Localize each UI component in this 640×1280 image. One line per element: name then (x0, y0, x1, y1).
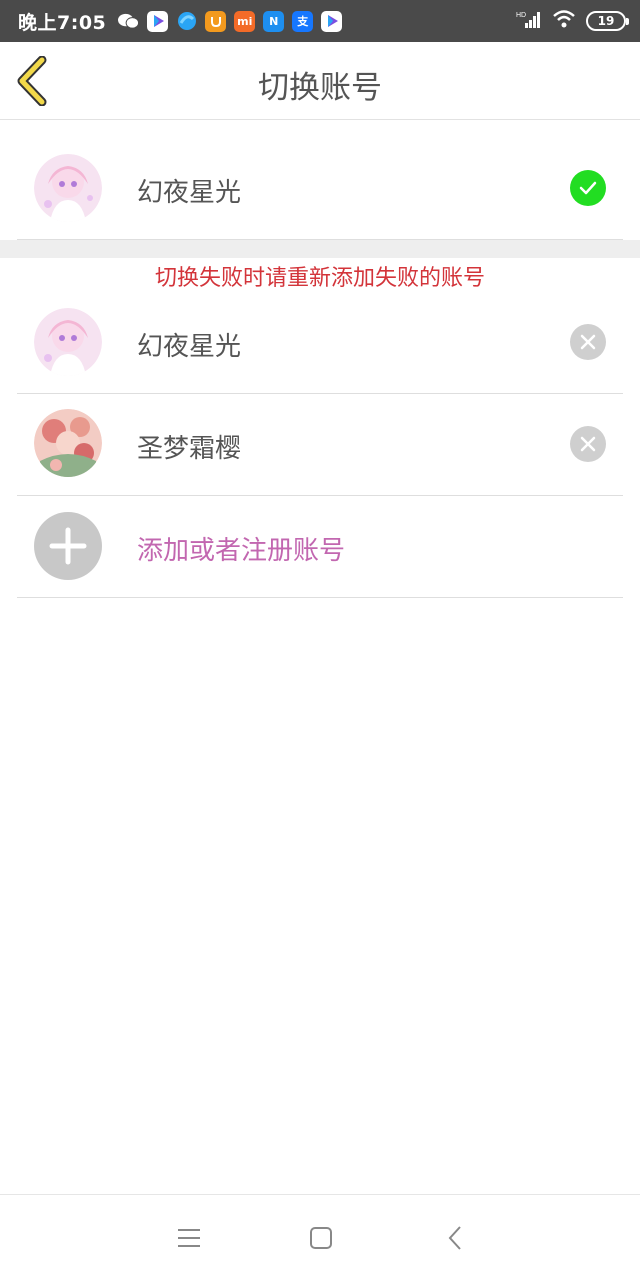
menu-button[interactable] (174, 1223, 204, 1253)
account-name: 幻夜星光 (137, 178, 242, 208)
notification-icons: mi N 支 (118, 10, 343, 32)
battery-indicator: 19 (586, 11, 629, 31)
home-button[interactable] (306, 1223, 336, 1253)
switch-account-screen: 晚上7:05 mi N 支 HD 19 切换账号 幻夜星光 切换失败时请重新添加… (0, 0, 640, 1280)
back-nav-button[interactable] (440, 1223, 470, 1253)
account-name: 幻夜星光 (137, 332, 242, 362)
navigation-bar (0, 1194, 640, 1280)
section-divider (0, 240, 640, 258)
avatar (34, 154, 102, 222)
status-bar: 晚上7:05 mi N 支 HD 19 (0, 0, 640, 42)
account-row[interactable]: 圣梦霜樱 (17, 394, 623, 496)
add-account-row[interactable]: 添加或者注册账号 (17, 496, 623, 598)
title-bar: 切换账号 (0, 42, 640, 120)
home-icon (310, 1227, 332, 1249)
wifi-icon (552, 10, 576, 32)
account-row[interactable]: 幻夜星光 (17, 292, 623, 394)
alipay-icon: 支 (292, 10, 314, 32)
blue-app-icon (176, 11, 197, 32)
svg-text:HD: HD (516, 12, 526, 19)
account-name: 圣梦霜樱 (137, 434, 242, 464)
orange-app-icon (205, 10, 227, 32)
play-store-icon (321, 10, 343, 32)
check-icon (570, 170, 606, 206)
wechat-icon (118, 11, 140, 32)
n-app-icon: N (263, 10, 285, 32)
back-nav-icon (448, 1226, 461, 1250)
add-icon (34, 512, 102, 580)
menu-icon (178, 1229, 200, 1247)
mi-icon: mi (234, 10, 256, 32)
status-time: 晚上7:05 (18, 11, 107, 34)
status-right: HD 19 (516, 10, 629, 32)
avatar (34, 409, 102, 477)
page-title: 切换账号 (258, 70, 382, 106)
current-account-row[interactable]: 幻夜星光 (17, 120, 623, 240)
add-account-label: 添加或者注册账号 (137, 536, 346, 566)
avatar (34, 308, 102, 376)
warning-text: 切换失败时请重新添加失败的账号 (154, 266, 485, 291)
signal-icon: HD (516, 10, 542, 32)
play-store-icon (147, 10, 169, 32)
remove-icon[interactable] (570, 426, 606, 462)
remove-icon[interactable] (570, 324, 606, 360)
